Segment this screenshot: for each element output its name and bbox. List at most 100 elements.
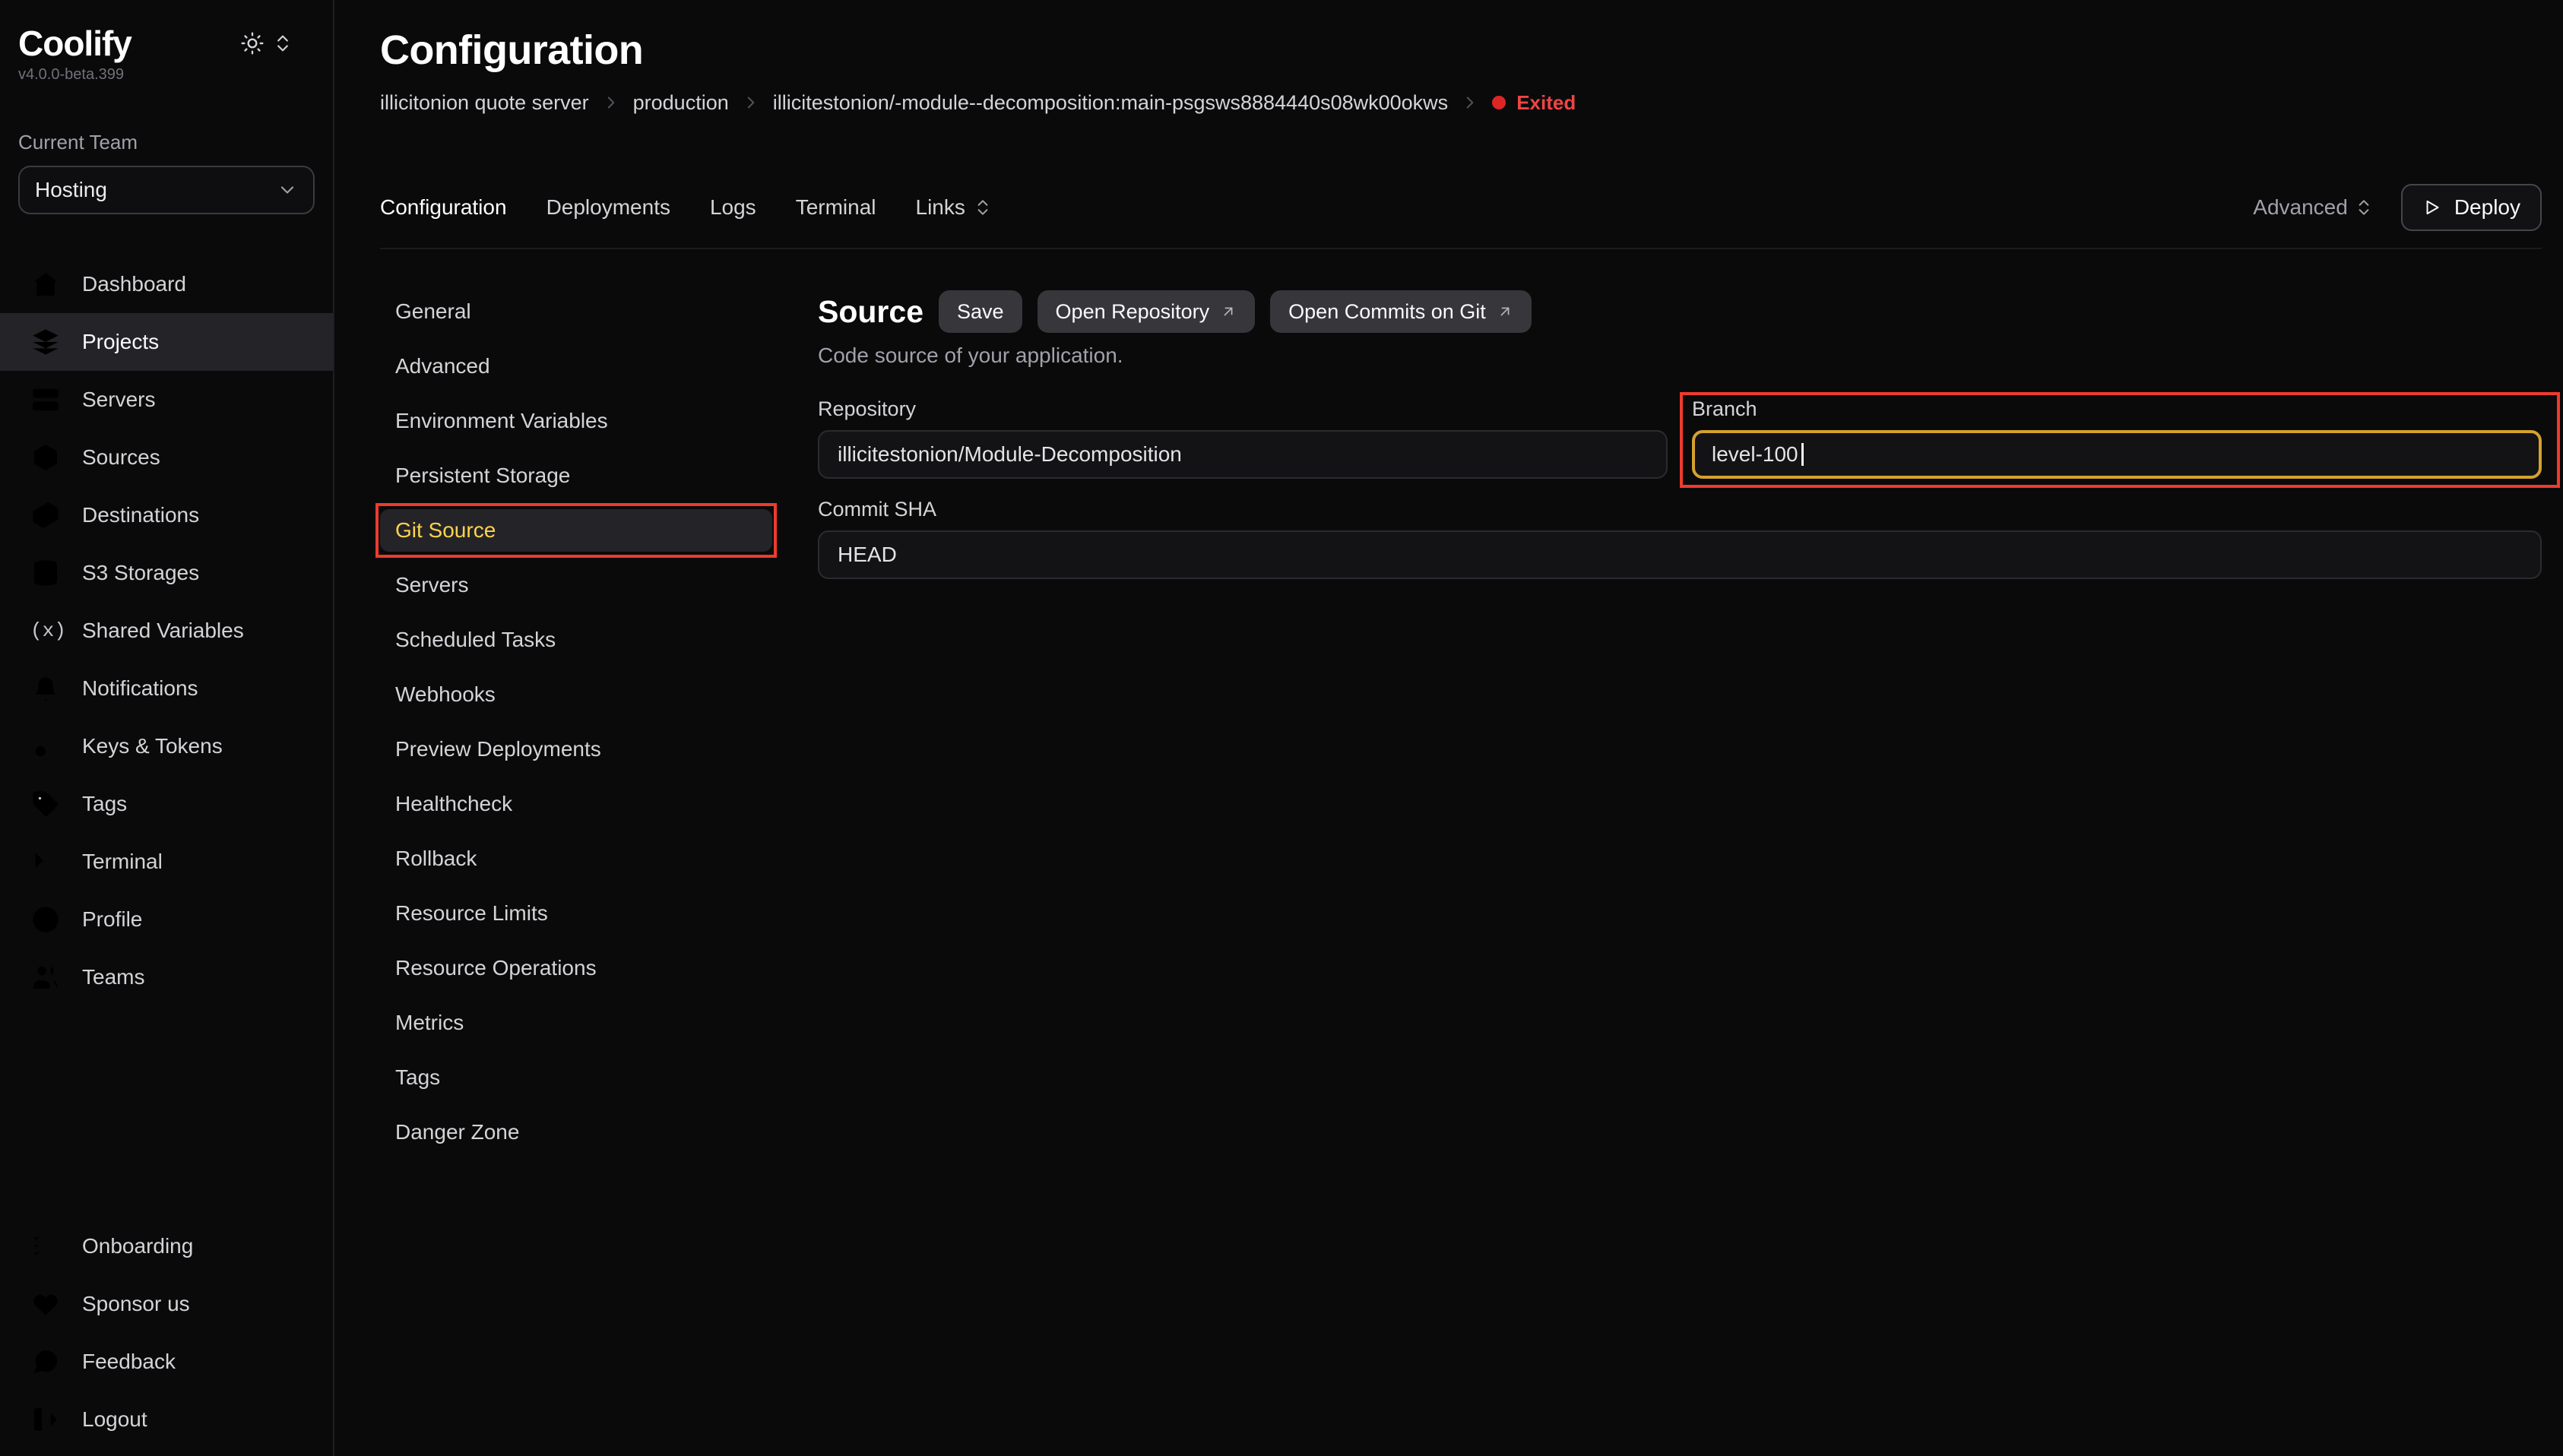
branch-input-value: level-100	[1712, 442, 1798, 467]
external-link-icon	[1497, 303, 1513, 320]
tab-terminal[interactable]: Terminal	[796, 195, 876, 220]
sidebar-item-label: Feedback	[82, 1350, 176, 1374]
sidebar-item-profile[interactable]: Profile	[0, 891, 333, 948]
chevron-right-icon	[1460, 93, 1480, 112]
sidebar-item-shared-variables[interactable]: (x) Shared Variables	[0, 602, 333, 660]
deploy-button[interactable]: Deploy	[2401, 184, 2542, 231]
repository-label: Repository	[818, 397, 1668, 421]
subnav-item-resource-operations[interactable]: Resource Operations	[380, 947, 772, 989]
configuration-subnav: General Advanced Environment Variables P…	[380, 290, 772, 1166]
tab-configuration[interactable]: Configuration	[380, 195, 507, 220]
sidebar-item-label: Terminal	[82, 850, 163, 874]
open-commits-label: Open Commits on Git	[1288, 300, 1486, 324]
sidebar-item-sponsor[interactable]: Sponsor us	[0, 1275, 333, 1333]
breadcrumb-environment[interactable]: production	[633, 90, 729, 116]
source-description: Code source of your application.	[818, 343, 2542, 368]
status-dot-icon	[1492, 96, 1506, 109]
subnav-item-scheduled-tasks[interactable]: Scheduled Tasks	[380, 619, 772, 661]
tab-logs[interactable]: Logs	[710, 195, 756, 220]
external-link-icon	[1220, 303, 1237, 320]
sidebar-item-destinations[interactable]: Destinations	[0, 486, 333, 544]
commit-sha-label: Commit SHA	[818, 497, 2542, 521]
sidebar-item-terminal[interactable]: Terminal	[0, 833, 333, 891]
sidebar-item-label: Profile	[82, 907, 142, 932]
server-icon	[30, 385, 61, 415]
user-circle-icon	[30, 904, 61, 935]
message-icon	[30, 1347, 61, 1377]
sidebar-item-label: Projects	[82, 330, 159, 354]
sidebar-item-label: Sources	[82, 445, 160, 470]
subnav-item-servers[interactable]: Servers	[380, 564, 772, 606]
team-select[interactable]: Hosting	[18, 166, 315, 214]
users-icon	[30, 962, 61, 992]
tab-links[interactable]: Links	[916, 195, 993, 220]
repository-input[interactable]	[818, 430, 1668, 479]
open-commits-button[interactable]: Open Commits on Git	[1270, 290, 1532, 333]
heart-icon	[30, 1289, 61, 1319]
chevron-right-icon	[601, 93, 621, 112]
chevron-right-icon	[741, 93, 761, 112]
advanced-menu[interactable]: Advanced	[2253, 195, 2374, 220]
sidebar-item-label: Sponsor us	[82, 1292, 190, 1316]
branch-input[interactable]: level-100	[1692, 430, 2542, 479]
sidebar-item-label: Shared Variables	[82, 619, 244, 643]
commit-sha-field: Commit SHA	[818, 497, 2542, 579]
open-repository-button[interactable]: Open Repository	[1038, 290, 1256, 333]
sidebar-item-logout[interactable]: Logout	[0, 1391, 333, 1448]
sun-icon[interactable]	[240, 31, 265, 55]
subnav-item-general[interactable]: General	[380, 290, 772, 333]
sidebar-item-keys-tokens[interactable]: Keys & Tokens	[0, 717, 333, 775]
sidebar-item-notifications[interactable]: Notifications	[0, 660, 333, 717]
sidebar-item-tags[interactable]: Tags	[0, 775, 333, 833]
open-repository-label: Open Repository	[1056, 300, 1210, 324]
subnav-item-resource-limits[interactable]: Resource Limits	[380, 892, 772, 935]
subnav-item-metrics[interactable]: Metrics	[380, 1002, 772, 1044]
chevrons-up-down-icon	[2354, 198, 2374, 217]
subnav-item-healthcheck[interactable]: Healthcheck	[380, 783, 772, 825]
subnav-item-environment-variables[interactable]: Environment Variables	[380, 400, 772, 442]
logout-icon	[30, 1404, 61, 1435]
sidebar-nav: Dashboard Projects Servers Sources Desti…	[0, 255, 333, 1006]
breadcrumb-project[interactable]: illicitonion quote server	[380, 90, 589, 116]
logo-row: Coolify	[0, 0, 333, 64]
breadcrumb-application[interactable]: illicitestonion/-module--decomposition:m…	[773, 90, 1448, 116]
sidebar-item-label: Notifications	[82, 676, 198, 701]
tag-icon	[30, 789, 61, 819]
branch-field: Branch level-100	[1692, 397, 2542, 479]
tab-deployments[interactable]: Deployments	[546, 195, 670, 220]
home-icon	[30, 269, 61, 299]
bell-icon	[30, 673, 61, 704]
repository-field: Repository	[818, 397, 1668, 479]
subnav-item-webhooks[interactable]: Webhooks	[380, 673, 772, 716]
sidebar: Coolify v4.0.0-beta.399 Current Team Hos…	[0, 0, 334, 1456]
tabbar-divider	[380, 248, 2542, 249]
app-logo[interactable]: Coolify	[18, 23, 131, 64]
sidebar-item-projects[interactable]: Projects	[0, 313, 333, 371]
subnav-item-git-source[interactable]: Git Source	[380, 509, 772, 552]
advanced-label: Advanced	[2253, 195, 2348, 220]
save-button[interactable]: Save	[939, 290, 1022, 333]
subnav-item-preview-deployments[interactable]: Preview Deployments	[380, 728, 772, 771]
subnav-item-tags[interactable]: Tags	[380, 1056, 772, 1099]
subnav-item-danger-zone[interactable]: Danger Zone	[380, 1111, 772, 1154]
sidebar-item-onboarding[interactable]: Onboarding	[0, 1217, 333, 1275]
checklist-icon	[30, 1231, 61, 1261]
subnav-item-advanced[interactable]: Advanced	[380, 345, 772, 388]
sidebar-item-s3-storages[interactable]: S3 Storages	[0, 544, 333, 602]
git-source-panel: Source Save Open Repository Open Commits…	[818, 290, 2542, 1166]
text-caret	[1801, 443, 1804, 466]
sidebar-item-sources[interactable]: Sources	[0, 429, 333, 486]
subnav-item-rollback[interactable]: Rollback	[380, 837, 772, 880]
main-content: Configuration illicitonion quote server …	[334, 0, 2563, 1166]
sidebar-item-servers[interactable]: Servers	[0, 371, 333, 429]
app-version: v4.0.0-beta.399	[0, 65, 333, 84]
tab-bar: Configuration Deployments Logs Terminal …	[380, 184, 2542, 231]
sidebar-item-label: Dashboard	[82, 272, 186, 296]
chevrons-up-down-icon[interactable]	[272, 33, 293, 54]
sidebar-item-feedback[interactable]: Feedback	[0, 1333, 333, 1391]
tab-links-label: Links	[916, 195, 965, 220]
sidebar-item-dashboard[interactable]: Dashboard	[0, 255, 333, 313]
subnav-item-persistent-storage[interactable]: Persistent Storage	[380, 454, 772, 497]
commit-sha-input[interactable]	[818, 530, 2542, 579]
sidebar-item-teams[interactable]: Teams	[0, 948, 333, 1006]
